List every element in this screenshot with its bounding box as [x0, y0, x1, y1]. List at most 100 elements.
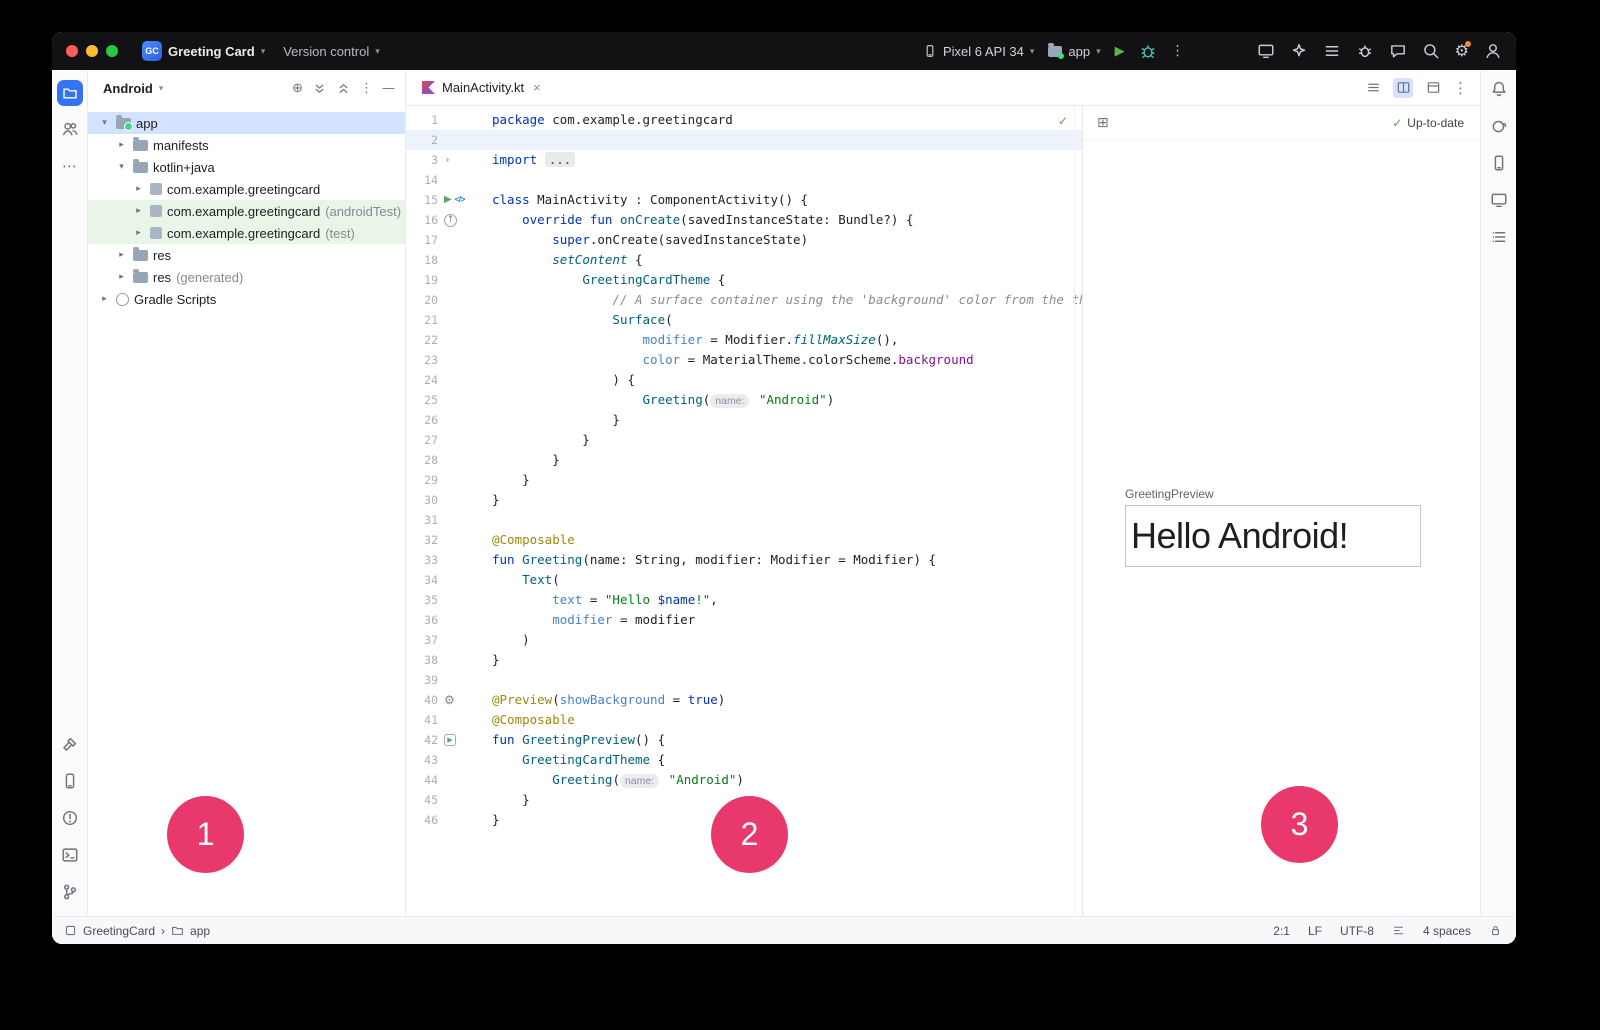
more-actions-icon[interactable]: ⋮: [1171, 43, 1185, 59]
code-editor[interactable]: 1package com.example.greetingcard23›impo…: [406, 106, 1082, 916]
tree-item-kotlin-java[interactable]: ▾kotlin+java: [88, 156, 405, 178]
code-line[interactable]: 33fun Greeting(name: String, modifier: M…: [406, 550, 1082, 570]
gutter[interactable]: [438, 590, 468, 610]
settings-icon[interactable]: ⚙: [1455, 43, 1469, 59]
gutter[interactable]: [438, 390, 468, 410]
device-explorer-icon[interactable]: [61, 772, 79, 795]
gutter[interactable]: ▶: [438, 730, 468, 750]
editor-more-icon[interactable]: ⋮: [1453, 79, 1468, 97]
gutter[interactable]: [438, 290, 468, 310]
device-mirroring-icon[interactable]: [1257, 42, 1275, 60]
inspection-ok-icon[interactable]: ✓: [1058, 114, 1068, 128]
gutter[interactable]: [438, 470, 468, 490]
gear-gutter-icon[interactable]: ⚙: [444, 690, 455, 710]
gutter[interactable]: ↑: [438, 210, 468, 230]
tree-item-app[interactable]: ▾app: [88, 112, 405, 134]
project-tool-window-button[interactable]: [57, 80, 83, 106]
gutter[interactable]: ⚙: [438, 690, 468, 710]
gutter[interactable]: [438, 750, 468, 770]
more-options-icon[interactable]: ⋮: [360, 81, 373, 96]
code-line[interactable]: 36 modifier = modifier: [406, 610, 1082, 630]
gutter[interactable]: [438, 510, 468, 530]
code-line[interactable]: 43 GreetingCardTheme {: [406, 750, 1082, 770]
gutter[interactable]: [438, 790, 468, 810]
version-control-icon[interactable]: [61, 883, 79, 906]
code-line[interactable]: 17 super.onCreate(savedInstanceState): [406, 230, 1082, 250]
chevron-right-icon[interactable]: ▸: [115, 140, 128, 150]
editor-scrollbar[interactable]: [1074, 106, 1082, 916]
code-line[interactable]: 18 setContent {: [406, 250, 1082, 270]
running-devices-icon[interactable]: [1490, 191, 1508, 214]
code-line[interactable]: 1package com.example.greetingcard: [406, 110, 1082, 130]
code-line[interactable]: 16↑ override fun onCreate(savedInstanceS…: [406, 210, 1082, 230]
code-line[interactable]: 34 Text(: [406, 570, 1082, 590]
more-tool-windows-icon[interactable]: ⋯: [62, 157, 77, 175]
encoding-widget[interactable]: UTF-8: [1340, 924, 1374, 938]
chevron-right-icon[interactable]: ▸: [98, 294, 111, 304]
fold-arrow-gutter-icon[interactable]: ›: [444, 150, 451, 170]
code-line[interactable]: 3›import ...: [406, 150, 1082, 170]
problems-icon[interactable]: [61, 809, 79, 832]
gutter[interactable]: [438, 350, 468, 370]
gutter[interactable]: [438, 370, 468, 390]
line-separator-widget[interactable]: LF: [1308, 924, 1322, 938]
gutter[interactable]: [438, 450, 468, 470]
code-line[interactable]: 30}: [406, 490, 1082, 510]
code-line[interactable]: 26 }: [406, 410, 1082, 430]
project-widget[interactable]: GC Greeting Card ▾: [142, 41, 265, 61]
code-line[interactable]: 44 Greeting(name: "Android"): [406, 770, 1082, 790]
close-tab-icon[interactable]: ×: [533, 80, 541, 95]
indent-widget[interactable]: 4 spaces: [1423, 924, 1471, 938]
structure-icon[interactable]: [1490, 228, 1508, 251]
gutter[interactable]: [438, 230, 468, 250]
gutter[interactable]: [438, 130, 468, 150]
tree-item-com-example-greetingcard-test[interactable]: ▸com.example.greetingcard (test): [88, 222, 405, 244]
gutter[interactable]: [438, 810, 468, 830]
code-line[interactable]: 24 ) {: [406, 370, 1082, 390]
gutter[interactable]: [438, 530, 468, 550]
breadcrumb-project[interactable]: GreetingCard: [83, 924, 155, 938]
gutter[interactable]: [438, 170, 468, 190]
run-gutter-icon[interactable]: ▶: [444, 190, 452, 210]
gutter[interactable]: [438, 610, 468, 630]
search-icon[interactable]: [1422, 42, 1440, 60]
code-line[interactable]: 22 modifier = Modifier.fillMaxSize(),: [406, 330, 1082, 350]
code-line[interactable]: 31: [406, 510, 1082, 530]
tree-item-res[interactable]: ▸res: [88, 244, 405, 266]
code-line[interactable]: 27 }: [406, 430, 1082, 450]
gutter[interactable]: [438, 490, 468, 510]
gutter[interactable]: [438, 330, 468, 350]
chevron-right-icon[interactable]: ▸: [132, 228, 145, 238]
code-line[interactable]: 40⚙@Preview(showBackground = true): [406, 690, 1082, 710]
todo-list-icon[interactable]: [1323, 42, 1341, 60]
ai-actions-icon[interactable]: [1290, 42, 1308, 60]
account-icon[interactable]: [1484, 42, 1502, 60]
code-line[interactable]: 20 // A surface container using the 'bac…: [406, 290, 1082, 310]
caret-position-widget[interactable]: 2:1: [1273, 924, 1290, 938]
expand-all-icon[interactable]: [312, 81, 327, 96]
locate-file-icon[interactable]: ⊕: [292, 81, 303, 96]
code-line[interactable]: 21 Surface(: [406, 310, 1082, 330]
override-gutter-icon[interactable]: ↑: [444, 214, 457, 227]
code-line[interactable]: 15▶</>class MainActivity : ComponentActi…: [406, 190, 1082, 210]
code-line[interactable]: 42▶fun GreetingPreview() {: [406, 730, 1082, 750]
gradle-icon[interactable]: [1490, 117, 1508, 140]
notifications-bell-icon[interactable]: [1490, 80, 1508, 103]
tab-mainactivity[interactable]: MainActivity.kt ×: [416, 70, 547, 105]
vcs-widget[interactable]: Version control ▾: [283, 44, 380, 59]
terminal-icon[interactable]: [61, 846, 79, 869]
gutter[interactable]: ▶</>: [438, 190, 468, 210]
close-window-button[interactable]: [66, 45, 78, 57]
code-line[interactable]: 14: [406, 170, 1082, 190]
lock-icon[interactable]: [1489, 924, 1502, 937]
zoom-window-button[interactable]: [106, 45, 118, 57]
compose-gutter-icon[interactable]: </>: [455, 190, 465, 210]
gutter[interactable]: [438, 630, 468, 650]
code-line[interactable]: 2: [406, 130, 1082, 150]
run-config-selector[interactable]: app ▾: [1048, 44, 1100, 59]
device-selector[interactable]: Pixel 6 API 34 ▾: [923, 44, 1034, 59]
code-line[interactable]: 41@Composable: [406, 710, 1082, 730]
preview-grid-icon[interactable]: ⊞: [1097, 115, 1109, 131]
chevron-down-icon[interactable]: ▾: [159, 83, 164, 94]
gutter[interactable]: [438, 550, 468, 570]
